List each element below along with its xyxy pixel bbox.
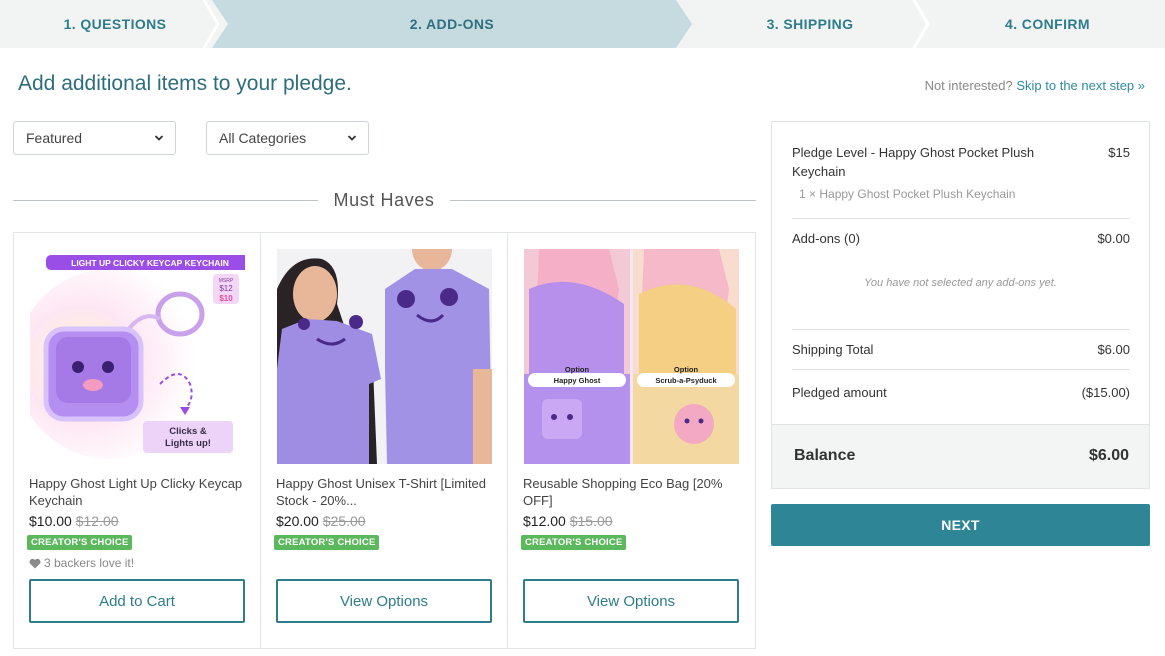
creators-choice-badge: CREATOR'S CHOICE (521, 535, 627, 550)
step-label: 2. ADD-ONS (409, 16, 495, 32)
heart-icon (29, 558, 41, 568)
checkout-stepper: 1. QUESTIONS 2. ADD-ONS 3. SHIPPING 4. C… (0, 0, 1165, 48)
creators-choice-badge: CREATOR'S CHOICE (27, 535, 133, 550)
step-questions[interactable]: 1. QUESTIONS (0, 0, 230, 48)
step-label: 4. CONFIRM (1005, 16, 1090, 32)
product-card: Happy Ghost Unisex T-Shirt [Limited Stoc… (261, 233, 508, 648)
skip-prompt: Not interested? Skip to the next step » (925, 78, 1145, 93)
product-old-price: $25.00 (322, 513, 366, 529)
shipping-label: Shipping Total (792, 342, 874, 357)
msrp-old: $12 (219, 284, 233, 293)
skip-prefix: Not interested? (924, 78, 1013, 93)
product-image-eco-bag[interactable]: Option Happy Ghost Option Scrub-a-Psyduc… (524, 249, 739, 464)
backers-count: 3 backers love it! (29, 556, 134, 570)
add-to-cart-button[interactable]: Add to Cart (29, 579, 245, 623)
category-select-value: All Categories (219, 130, 307, 146)
addons-row: Add-ons (0) $0.00 (792, 231, 1130, 246)
addons-empty-message: You have not selected any add-ons yet. (864, 277, 1057, 289)
option-left-label: Happy Ghost (554, 376, 601, 385)
section-divider (450, 200, 756, 201)
backers-text: 3 backers love it! (44, 556, 135, 570)
next-button[interactable]: NEXT (771, 504, 1150, 546)
msrp-new: $10 (219, 294, 233, 303)
product-price: $12.00 (523, 513, 566, 529)
chevron-down-icon (347, 135, 357, 141)
category-select[interactable]: All Categories (206, 121, 369, 155)
pledged-label: Pledged amount (792, 385, 887, 400)
product-name[interactable]: Happy Ghost Light Up Clicky Keycap Keych… (29, 475, 249, 509)
product-old-price: $15.00 (569, 513, 613, 529)
step-divider-chevron-icon (200, 0, 220, 48)
pledged-row: Pledged amount ($15.00) (792, 385, 1130, 400)
pledge-level-label: Pledge Level - Happy Ghost Pocket Plush … (792, 145, 1035, 179)
summary-divider (792, 329, 1130, 330)
shipping-value: $6.00 (1097, 342, 1130, 357)
step-label: 1. QUESTIONS (63, 16, 167, 32)
price-row: $10.00 $12.00 (29, 513, 119, 529)
product-image-keycap-keychain[interactable]: LIGHT UP CLICKY KEYCAP KEYCHAIN MSRP $12… (30, 249, 245, 464)
step-label: 3. SHIPPING (766, 16, 854, 32)
product-card: Option Happy Ghost Option Scrub-a-Psyduc… (508, 233, 755, 648)
option-word: Option (674, 365, 699, 374)
step-shipping[interactable]: 3. SHIPPING (690, 0, 930, 48)
product-image-t-shirt[interactable] (277, 249, 492, 464)
sort-select[interactable]: Featured (13, 121, 176, 155)
option-word: Option (565, 365, 590, 374)
image-banner-text: LIGHT UP CLICKY KEYCAP KEYCHAIN (71, 258, 229, 268)
pledge-summary: Pledge Level - Happy Ghost Pocket Plush … (771, 121, 1150, 489)
summary-divider (792, 218, 1130, 219)
step-confirm[interactable]: 4. CONFIRM (930, 0, 1165, 48)
addons-label: Add-ons (0) (792, 231, 860, 246)
option-right-label: Scrub-a-Psyduck (655, 376, 717, 385)
sort-select-value: Featured (26, 130, 83, 146)
pledge-item: 1 × Happy Ghost Pocket Plush Keychain (799, 187, 1016, 201)
balance-row: Balance $6.00 (772, 424, 1149, 488)
step-divider-chevron-icon (910, 0, 930, 48)
callout-line: Clicks & (169, 426, 207, 437)
callout-line: Lights up! (165, 438, 211, 449)
addons-value: $0.00 (1097, 231, 1130, 246)
section-title: Must Haves (333, 190, 435, 210)
balance-label: Balance (794, 447, 856, 464)
summary-divider (792, 369, 1130, 370)
step-add-ons[interactable]: 2. ADD-ONS (212, 0, 692, 48)
product-price: $20.00 (276, 513, 319, 529)
skip-next-step-link[interactable]: Skip to the next step » (1016, 78, 1145, 93)
pledged-value: ($15.00) (1081, 385, 1130, 400)
view-options-button[interactable]: View Options (523, 579, 739, 623)
view-options-button[interactable]: View Options (276, 579, 492, 623)
pledge-level-value: $15 (1108, 145, 1130, 160)
product-card: LIGHT UP CLICKY KEYCAP KEYCHAIN MSRP $12… (14, 233, 261, 648)
section-divider (13, 200, 318, 201)
creators-choice-badge: CREATOR'S CHOICE (274, 535, 380, 550)
page-title: Add additional items to your pledge. (18, 72, 352, 95)
shipping-row: Shipping Total $6.00 (792, 342, 1130, 357)
chevron-down-icon (154, 135, 164, 141)
product-price: $10.00 (29, 513, 72, 529)
balance-value: $6.00 (1088, 447, 1129, 464)
product-name[interactable]: Reusable Shopping Eco Bag [20% OFF] (523, 475, 743, 509)
price-row: $20.00 $25.00 (276, 513, 366, 529)
price-row: $12.00 $15.00 (523, 513, 613, 529)
product-grid: LIGHT UP CLICKY KEYCAP KEYCHAIN MSRP $12… (13, 232, 756, 649)
pledge-level-row: Pledge Level - Happy Ghost Pocket Plush … (792, 143, 1130, 181)
product-name[interactable]: Happy Ghost Unisex T-Shirt [Limited Stoc… (276, 475, 496, 509)
product-old-price: $12.00 (75, 513, 119, 529)
